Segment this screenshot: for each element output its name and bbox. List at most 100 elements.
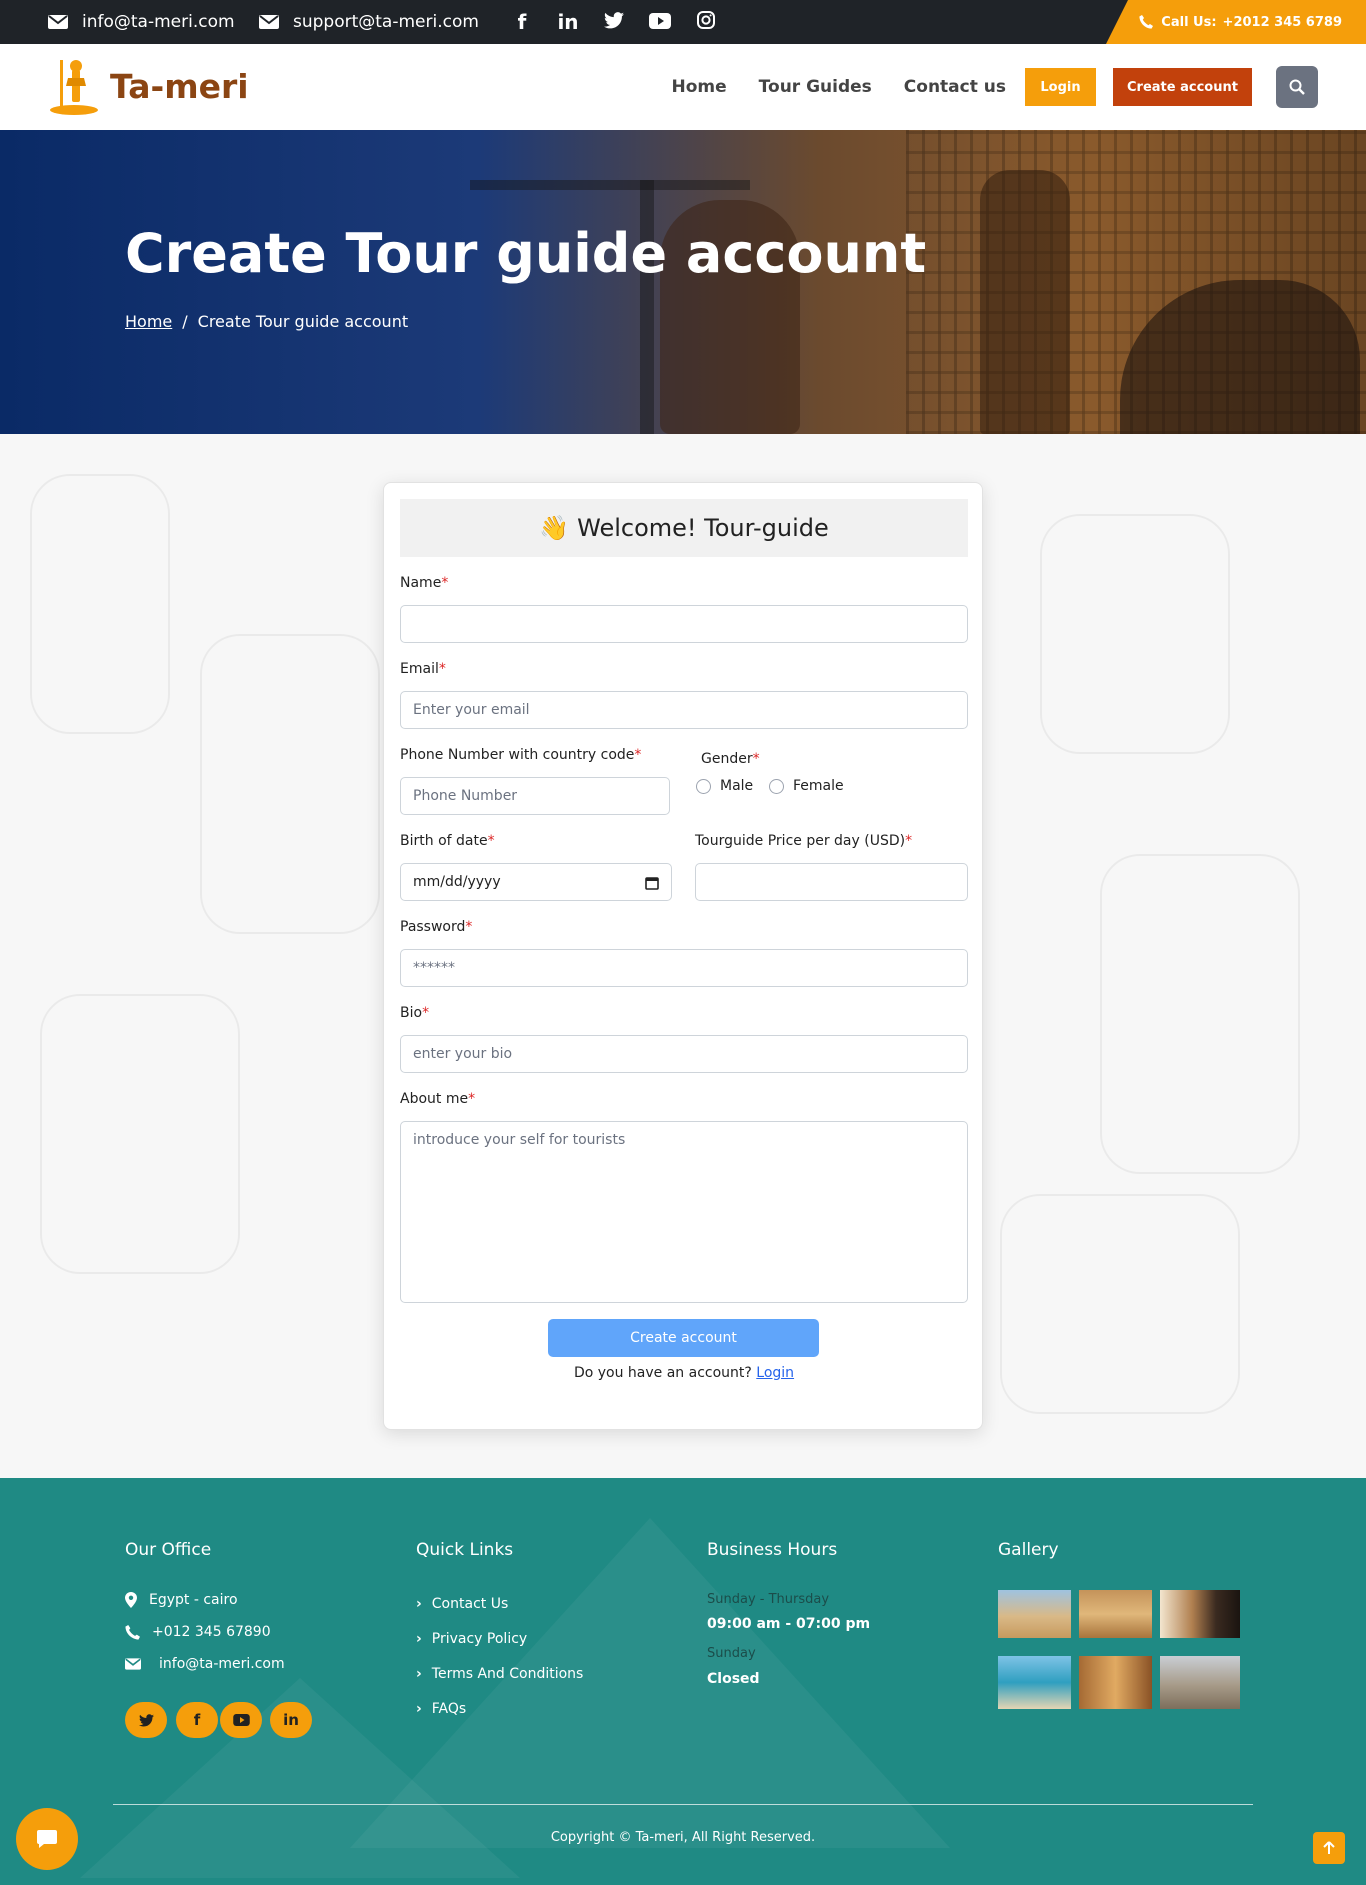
pharaoh-logo-icon [50,60,98,115]
gallery-image-statue[interactable] [1160,1590,1240,1638]
youtube-icon [232,1714,250,1726]
bg-pattern [1000,1194,1240,1414]
breadcrumb-home[interactable]: Home [125,312,172,331]
search-button[interactable] [1276,66,1318,108]
radio-circle [696,778,711,794]
facebook-icon: f [193,1711,201,1729]
password-field[interactable]: ****** [400,949,968,987]
chevron-right-icon: › [416,1631,422,1647]
chevron-right-icon: › [416,1701,422,1717]
gallery-image-cairo[interactable] [1160,1656,1240,1709]
office-title: Our Office [125,1540,212,1560]
footer-divider [113,1804,1253,1805]
email-info-link[interactable]: info@ta-meri.com [48,0,235,44]
phone-icon [125,1624,140,1640]
footer: Our Office Egypt - cairo +012 345 67890 … [0,1478,1366,1885]
footer-link-privacy[interactable]: › Privacy Policy [416,1631,527,1647]
email-support-text: support@ta-meri.com [293,12,479,32]
about-textarea[interactable]: introduce your self for tourists [400,1121,968,1303]
office-email[interactable]: info@ta-meri.com [125,1656,285,1672]
youtube-icon[interactable] [648,0,672,44]
bio-field[interactable]: enter your bio [400,1035,968,1073]
create-account-submit[interactable]: Create account [548,1319,819,1357]
footer-linkedin-button[interactable]: in [270,1702,312,1738]
radio-circle [769,778,784,794]
office-address: Egypt - cairo [125,1592,238,1608]
gallery-image-pyramids[interactable] [998,1590,1071,1638]
chevron-right-icon: › [416,1596,422,1612]
name-field[interactable] [400,605,968,643]
linkedin-icon[interactable]: in [556,0,580,44]
nav-home[interactable]: Home [672,77,727,97]
hero-pole-shape [640,180,654,434]
calendar-icon[interactable] [645,876,659,890]
hours-days-weekday: Sunday - Thursday [707,1592,830,1607]
envelope-icon [125,1658,141,1670]
gender-male-radio[interactable]: Male [696,778,753,794]
logo[interactable]: Ta-meri [48,56,249,116]
twitter-icon [138,1713,154,1726]
facebook-icon[interactable]: f [510,0,534,44]
hours-weekday: 09:00 am - 07:00 pm [707,1616,871,1632]
price-field[interactable] [695,863,968,901]
breadcrumb-current: Create Tour guide account [197,312,409,331]
main-nav: Ta-meri Home Tour Guides Contact us Logi… [0,44,1366,130]
hours-days-sunday: Sunday [707,1646,756,1661]
footer-facebook-button[interactable]: f [176,1702,218,1738]
hero-scale-shape [470,180,750,190]
login-link[interactable]: Login [756,1365,794,1381]
gender-female-label: Female [793,778,844,794]
login-button[interactable]: Login [1025,68,1096,106]
email-info-text: info@ta-meri.com [82,12,235,32]
nav-links: Home Tour Guides Contact us [672,44,1006,130]
office-phone[interactable]: +012 345 67890 [125,1624,271,1640]
phone-label: Phone Number with country code* [400,747,642,763]
linkedin-icon: in [283,1711,299,1729]
dob-label: Birth of date* [400,833,495,849]
gender-label: Gender* [701,751,760,767]
footer-link-contact[interactable]: › Contact Us [416,1596,508,1612]
about-label: About me* [400,1091,476,1107]
footer-link-terms[interactable]: › Terms And Conditions [416,1666,583,1682]
page-title: Create Tour guide account [125,222,927,285]
create-account-button[interactable]: Create account [1113,68,1252,106]
email-field[interactable]: Enter your email [400,691,968,729]
price-label: Tourguide Price per day (USD)* [695,833,913,849]
dob-field[interactable]: mm/dd/yyyy [400,863,672,901]
chat-button[interactable] [16,1808,78,1870]
wave-icon: 👋 [539,514,570,542]
bg-pattern [1040,514,1230,754]
phone-icon [1139,15,1154,29]
signup-card: 👋 Welcome! Tour-guide Name* Email* Enter… [383,482,983,1430]
nav-contact[interactable]: Contact us [904,77,1006,97]
back-to-top-button[interactable] [1313,1832,1345,1864]
top-bar: info@ta-meri.com support@ta-meri.com f i… [0,0,1366,44]
twitter-icon[interactable] [602,0,626,44]
footer-twitter-button[interactable] [125,1702,167,1738]
call-label: Call Us: [1161,14,1217,30]
copyright: Copyright © Ta-meri, All Right Reserved. [550,1830,816,1845]
gallery-image-abu-simbel[interactable] [1079,1656,1152,1709]
quick-links-title: Quick Links [416,1540,514,1560]
footer-youtube-button[interactable] [220,1702,262,1738]
nav-tour-guides[interactable]: Tour Guides [759,77,872,97]
bg-pattern [40,994,240,1274]
bio-label: Bio* [400,1005,430,1021]
call-us-box[interactable]: Call Us: +2012 345 6789 [1106,0,1366,44]
password-label: Password* [400,919,473,935]
breadcrumb: Home / Create Tour guide account [125,312,408,331]
hero-figure [980,170,1070,434]
arrow-up-icon [1323,1841,1335,1854]
phone-field[interactable]: Phone Number [400,777,670,815]
social-links: f in [510,0,718,44]
envelope-icon [48,15,68,29]
email-support-link[interactable]: support@ta-meri.com [259,0,479,44]
footer-link-faqs[interactable]: › FAQs [416,1701,466,1717]
gallery-image-beach[interactable] [998,1656,1071,1709]
instagram-icon[interactable] [694,0,718,44]
gender-female-radio[interactable]: Female [769,778,844,794]
gallery-image-temple[interactable] [1079,1590,1152,1638]
have-account-text: Do you have an account? [573,1365,752,1381]
dob-placeholder: mm/dd/yyyy [413,874,501,890]
bg-pattern [200,634,380,934]
